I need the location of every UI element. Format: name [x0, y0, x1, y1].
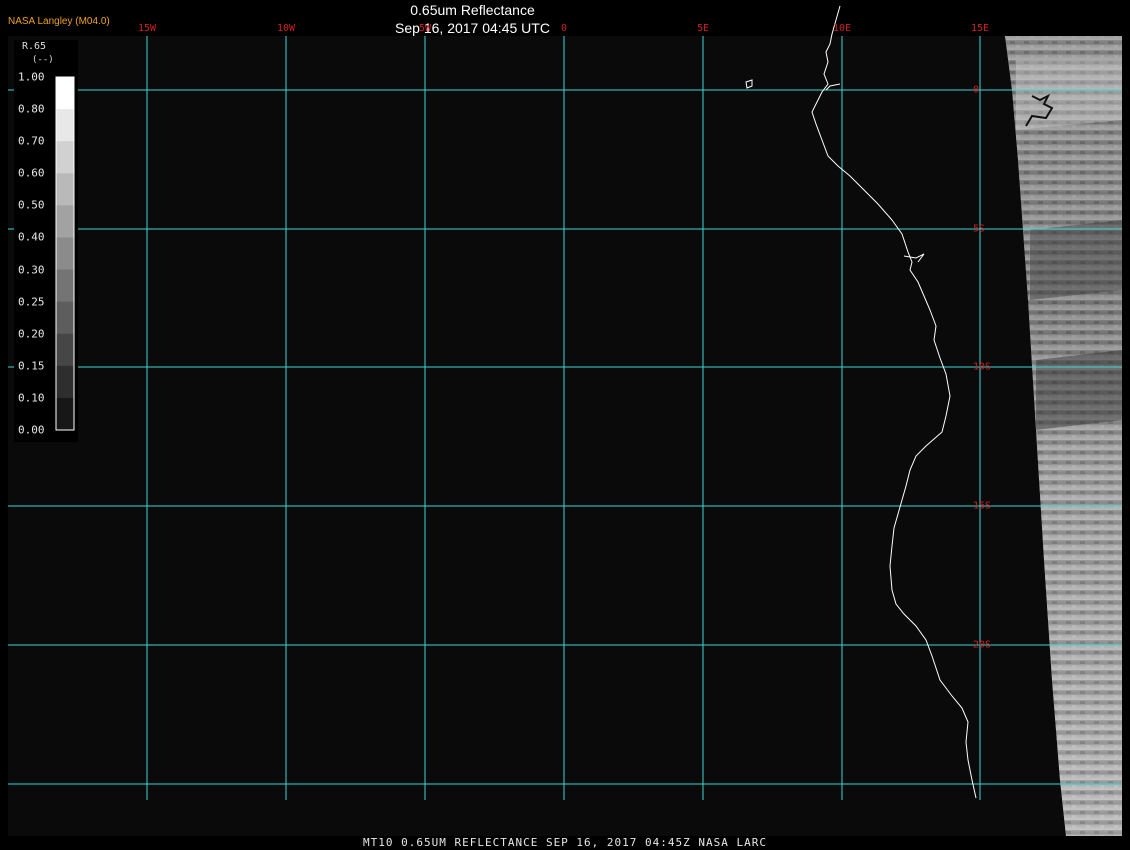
latitude-label: 0: [973, 84, 980, 96]
longitude-label: 10W: [276, 23, 296, 34]
latitude-label: 15S: [973, 500, 992, 512]
map-overlay: [8, 5, 1122, 836]
latitude-label: 10S: [973, 361, 992, 373]
longitude-label: 5W: [418, 23, 432, 34]
legend-tick-label: 0.00: [18, 423, 45, 437]
legend-variable-name: R.65: [22, 41, 47, 52]
legend-tick-label: 1.00: [18, 70, 45, 84]
coastline: [811, 5, 977, 799]
map-viewport: 0.65um Reflectance Sep 16, 2017 04:45 UT…: [0, 0, 1130, 850]
latitude-label: 5S: [973, 223, 986, 235]
product-title: 0.65um Reflectance: [410, 2, 535, 18]
footer-caption: MT10 0.65UM REFLECTANCE SEP 16, 2017 04:…: [363, 836, 767, 849]
legend-unit: (--): [32, 55, 54, 65]
legend-tick-label: 0.80: [18, 102, 45, 116]
lat-lon-grid: [8, 36, 1122, 800]
legend-tick-label: 0.40: [18, 230, 45, 244]
legend-tick-label: 0.25: [18, 295, 45, 309]
legend-tick-label: 0.60: [18, 166, 45, 180]
longitude-label: 15E: [970, 23, 990, 34]
legend-tick-label: 0.20: [18, 327, 45, 341]
legend-tick-label: 0.15: [18, 359, 45, 373]
legend-tick-label: 0.30: [18, 263, 45, 277]
longitude-label: 0: [560, 23, 568, 34]
legend-tick-label: 0.10: [18, 391, 45, 405]
longitude-label: 15W: [137, 23, 157, 34]
longitude-label: 5E: [696, 23, 710, 34]
legend-tick-label: 0.70: [18, 134, 45, 148]
nasa-langley-badge: NASA Langley (M04.0): [8, 16, 110, 27]
latitude-label: 20S: [973, 639, 992, 651]
satellite-imagery-swath: [1005, 36, 1122, 836]
longitude-label: 10E: [832, 23, 852, 34]
legend-tick-label: 0.50: [18, 198, 45, 212]
